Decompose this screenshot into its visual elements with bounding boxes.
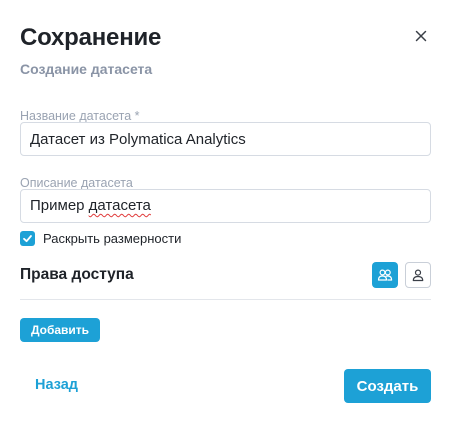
expand-dimensions-row[interactable]: Раскрыть размерности [20,231,181,246]
dialog-subtitle: Создание датасета [20,61,153,77]
user-icon [412,269,424,282]
description-text-misspelled: датасета [88,197,151,214]
add-permission-button[interactable]: Добавить [20,318,100,342]
expand-dimensions-checkbox[interactable] [20,231,35,246]
description-field-label: Описание датасета [20,176,133,190]
name-field-label: Название датасета * [20,109,140,123]
user-permissions-button[interactable] [405,262,431,288]
dialog-title: Сохранение [20,24,162,51]
checkmark-icon [23,235,32,243]
close-button[interactable] [411,26,431,46]
permissions-title: Права доступа [20,266,134,283]
create-button[interactable]: Создать [344,369,431,403]
dataset-description-input[interactable]: Пример датасета [20,189,431,223]
save-dataset-dialog: Сохранение Создание датасета Название да… [0,0,451,426]
expand-dimensions-label: Раскрыть размерности [43,231,182,246]
close-icon [415,30,427,42]
description-text-part: Пример [30,197,89,214]
users-group-icon [377,269,393,281]
group-permissions-button[interactable] [372,262,398,288]
dataset-name-input[interactable] [20,122,431,156]
back-button[interactable]: Назад [35,377,78,393]
section-divider [20,299,431,300]
